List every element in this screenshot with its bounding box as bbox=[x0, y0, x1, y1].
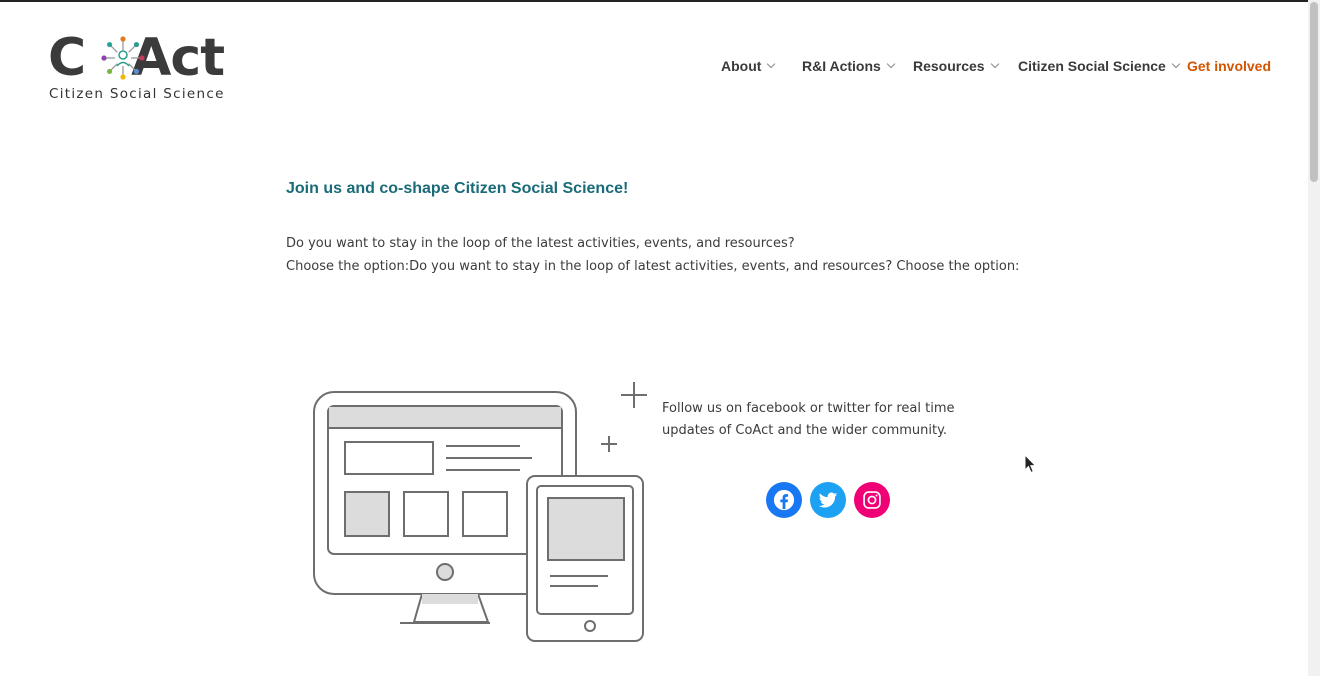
nav-item-citizen-social-science[interactable]: Citizen Social Science bbox=[1018, 58, 1181, 74]
nav-item-resources[interactable]: Resources bbox=[913, 58, 999, 74]
intro-paragraph-line1: Do you want to stay in the loop of the l… bbox=[286, 236, 795, 251]
hub-node bbox=[120, 74, 126, 80]
hub-node bbox=[120, 36, 126, 42]
logo-subtitle: Citizen Social Science bbox=[49, 86, 225, 102]
follow-text: Follow us on facebook or twitter for rea… bbox=[662, 401, 955, 438]
hub-node bbox=[106, 68, 113, 75]
chevron-down-icon bbox=[990, 59, 999, 69]
twitter-link[interactable] bbox=[810, 482, 846, 518]
hub-node bbox=[106, 41, 113, 48]
coact-logo[interactable]: C Act Citizen Social Science bbox=[48, 30, 240, 104]
hub-node bbox=[133, 68, 140, 75]
page-heading: Join us and co-shape Citizen Social Scie… bbox=[286, 180, 629, 197]
network-hub-icon bbox=[101, 36, 145, 80]
instagram-icon bbox=[863, 491, 881, 509]
hub-node bbox=[101, 55, 107, 61]
nav-item-about[interactable]: About bbox=[721, 58, 776, 74]
nav-item-label: Citizen Social Science bbox=[1018, 58, 1166, 74]
hub-node bbox=[139, 55, 145, 61]
nav-item-label: About bbox=[721, 58, 762, 74]
scrollbar-thumb[interactable] bbox=[1310, 2, 1318, 182]
twitter-icon bbox=[818, 492, 838, 508]
nav-item-label: R&I Actions bbox=[802, 58, 881, 74]
nav-item-label: Get involved bbox=[1187, 58, 1272, 74]
devices-illustration bbox=[313, 382, 647, 642]
chevron-down-icon bbox=[886, 59, 896, 69]
chevron-down-icon bbox=[1171, 59, 1181, 69]
chevron-down-icon bbox=[767, 59, 776, 69]
hub-node bbox=[133, 41, 140, 48]
facebook-icon bbox=[773, 489, 795, 511]
top-border bbox=[0, 0, 1308, 2]
intro-paragraph-line2: Choose the option:Do you want to stay in… bbox=[286, 259, 1020, 274]
page-scrollbar[interactable] bbox=[1308, 0, 1320, 676]
nav-item-ri-actions[interactable]: R&I Actions bbox=[802, 58, 896, 74]
facebook-link[interactable] bbox=[766, 482, 802, 518]
nav-item-label: Resources bbox=[913, 58, 985, 74]
nav-item-get-involved[interactable]: Get involved bbox=[1187, 58, 1271, 74]
mouse-cursor-icon bbox=[1024, 454, 1037, 474]
instagram-link[interactable] bbox=[854, 482, 890, 518]
